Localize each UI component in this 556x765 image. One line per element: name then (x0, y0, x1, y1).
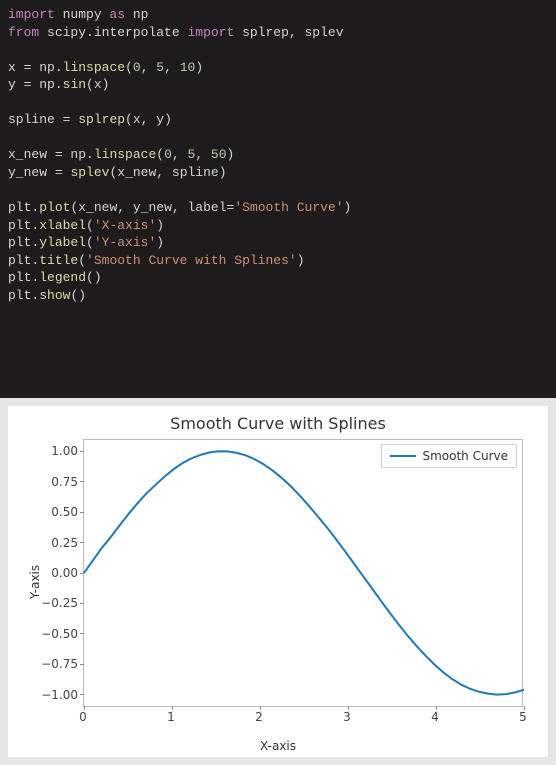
y-tick-label: 1.00 (26, 444, 78, 458)
x-axis-label: X-axis (8, 739, 548, 753)
y-tick-label: −0.75 (26, 657, 78, 671)
curve-line (84, 451, 524, 694)
y-tick-mark (80, 451, 84, 452)
y-tick-mark (80, 603, 84, 604)
y-tick-mark (80, 694, 84, 695)
y-tick-mark (80, 542, 84, 543)
x-tick-label: 5 (519, 710, 527, 724)
x-tick-label: 4 (431, 710, 439, 724)
y-tick-label: −0.25 (26, 596, 78, 610)
curve-svg (84, 439, 523, 706)
legend-swatch (390, 455, 416, 457)
y-tick-mark (80, 573, 84, 574)
y-tick-mark (80, 664, 84, 665)
legend-label: Smooth Curve (422, 449, 508, 463)
legend: Smooth Curve (381, 444, 517, 468)
y-tick-label: 0.25 (26, 536, 78, 550)
y-tick-mark (80, 512, 84, 513)
x-tick-label: 2 (255, 710, 263, 724)
chart-panel: Smooth Curve with Splines Y-axis X-axis … (8, 406, 548, 757)
y-tick-label: 0.50 (26, 505, 78, 519)
code-block: import numpy as np from scipy.interpolat… (0, 0, 556, 398)
y-tick-label: 0.75 (26, 475, 78, 489)
y-tick-mark (80, 481, 84, 482)
y-tick-label: −1.00 (26, 688, 78, 702)
y-tick-label: −0.50 (26, 627, 78, 641)
chart-title: Smooth Curve with Splines (8, 414, 548, 433)
y-tick-label: 0.00 (26, 566, 78, 580)
x-tick-label: 0 (79, 710, 87, 724)
x-tick-label: 1 (167, 710, 175, 724)
y-tick-mark (80, 633, 84, 634)
plot-area: Smooth Curve (83, 439, 523, 707)
x-tick-label: 3 (343, 710, 351, 724)
